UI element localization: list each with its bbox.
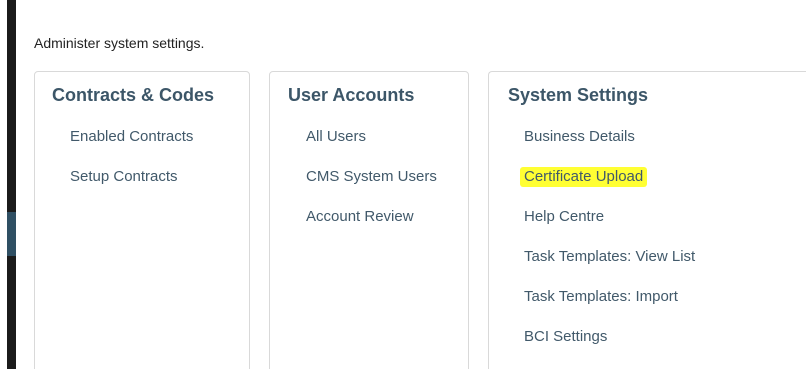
link-certificate-upload[interactable]: Certificate Upload xyxy=(520,167,695,208)
link-business-details[interactable]: Business Details xyxy=(524,128,695,168)
link-label[interactable]: Account Review xyxy=(306,208,414,225)
link-cms-system-users[interactable]: CMS System Users xyxy=(306,168,437,208)
link-help-centre[interactable]: Help Centre xyxy=(524,208,695,248)
link-label[interactable]: BCI Settings xyxy=(524,328,607,345)
link-label[interactable]: CMS System Users xyxy=(306,168,437,185)
link-label[interactable]: All Users xyxy=(306,128,366,145)
link-setup-contracts[interactable]: Setup Contracts xyxy=(70,168,193,208)
link-label[interactable]: Help Centre xyxy=(524,208,604,225)
card-title-user-accounts: User Accounts xyxy=(288,85,415,105)
link-account-review[interactable]: Account Review xyxy=(306,208,437,248)
card-title-contracts-codes: Contracts & Codes xyxy=(52,85,215,105)
contracts-codes-links: Enabled Contracts Setup Contracts xyxy=(70,128,193,208)
card-system-settings: System Settings Business Details Certifi… xyxy=(488,71,806,369)
user-accounts-links: All Users CMS System Users Account Revie… xyxy=(306,128,437,248)
link-enabled-contracts[interactable]: Enabled Contracts xyxy=(70,128,193,168)
card-title-system-settings: System Settings xyxy=(508,85,649,105)
link-task-templates-view-list[interactable]: Task Templates: View List xyxy=(524,248,695,288)
link-bci-settings[interactable]: BCI Settings xyxy=(524,328,695,368)
page-intro-text: Administer system settings. xyxy=(34,35,205,51)
link-label-highlighted[interactable]: Certificate Upload xyxy=(520,167,648,187)
sidebar-active-indicator xyxy=(7,212,16,256)
left-sidebar-edge xyxy=(7,0,16,369)
link-label[interactable]: Task Templates: View List xyxy=(524,248,695,265)
link-label[interactable]: Business Details xyxy=(524,128,635,145)
system-settings-links: Business Details Certificate Upload Help… xyxy=(520,128,695,368)
link-label[interactable]: Setup Contracts xyxy=(70,168,178,185)
admin-settings-page: Administer system settings. Contracts & … xyxy=(0,0,806,369)
link-task-templates-import[interactable]: Task Templates: Import xyxy=(524,288,695,328)
link-all-users[interactable]: All Users xyxy=(306,128,437,168)
card-user-accounts: User Accounts All Users CMS System Users… xyxy=(269,71,469,369)
card-contracts-codes: Contracts & Codes Enabled Contracts Setu… xyxy=(34,71,250,369)
link-label[interactable]: Task Templates: Import xyxy=(524,288,678,305)
link-label[interactable]: Enabled Contracts xyxy=(70,128,193,145)
